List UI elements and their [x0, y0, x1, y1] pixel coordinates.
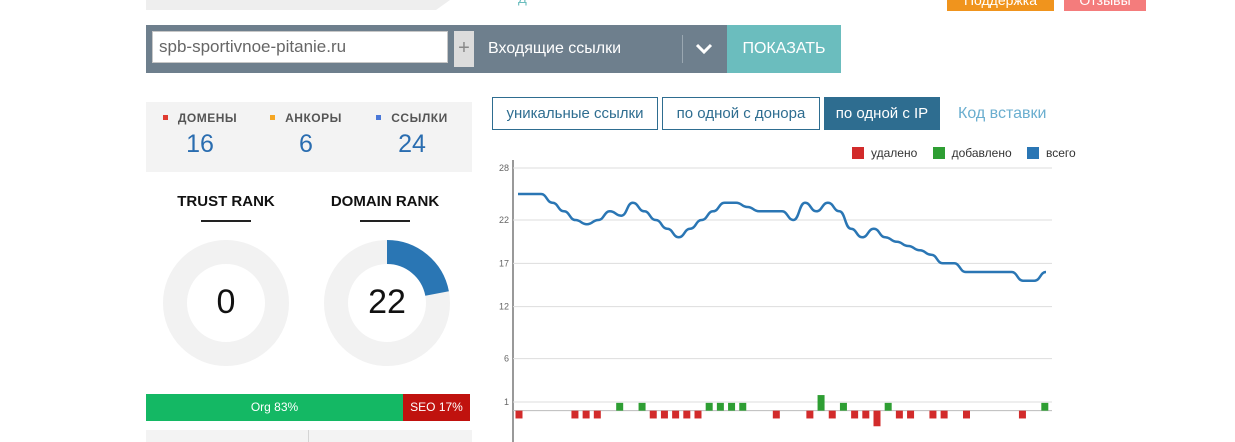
total-series-line	[518, 192, 1047, 282]
total-swatch-icon	[1026, 146, 1039, 159]
tab-one-per-ip[interactable]: по одной с IP	[824, 97, 940, 130]
domain-input[interactable]	[152, 31, 448, 63]
removed-bar	[940, 410, 948, 419]
links-chart: 28 22 17 12 6 1	[499, 160, 1052, 442]
feedback-button-label: Отзывы	[1079, 0, 1131, 8]
seo-share: SEO 17%	[403, 394, 470, 421]
chart-legend: удалено добавлено всего	[852, 146, 1088, 160]
removed-bar	[571, 410, 579, 419]
removed-bar	[929, 410, 937, 419]
removed-bar	[873, 410, 881, 427]
removed-bar	[649, 410, 657, 419]
top-nav-link[interactable]: Д	[518, 0, 527, 6]
removed-bar	[963, 410, 970, 419]
y-tick-label: 28	[499, 163, 509, 173]
added-bar	[817, 395, 825, 411]
added-bar	[716, 402, 724, 411]
removed-bar	[660, 410, 668, 419]
feedback-button[interactable]: Отзывы	[1064, 0, 1146, 11]
removed-bar	[593, 410, 601, 419]
legend-added: добавлено	[932, 146, 1012, 160]
anchors-marker-icon	[270, 115, 276, 121]
removed-bar	[851, 410, 859, 419]
removed-bar	[694, 410, 702, 419]
y-tick-label: 12	[499, 302, 509, 312]
stat-value: 6	[299, 130, 313, 158]
stat-value: 24	[398, 130, 426, 158]
tab-one-per-donor[interactable]: по одной с донора	[662, 97, 820, 130]
bottom-tabs-divider	[308, 430, 309, 442]
added-swatch-icon	[932, 146, 945, 159]
removed-bar	[1018, 410, 1026, 419]
removed-bar	[582, 410, 590, 419]
y-tick-label: 17	[499, 258, 509, 268]
added-bar	[884, 402, 892, 411]
top-tab-corner	[436, 0, 450, 10]
stat-anchors[interactable]: АНКОРЫ 6	[252, 102, 360, 159]
show-button[interactable]: ПОКАЗАТЬ	[727, 25, 841, 73]
search-bar: + Входящие ссылки ПОКАЗАТЬ	[146, 25, 841, 73]
legend-removed-label: удалено	[871, 146, 918, 160]
added-bar	[616, 402, 624, 411]
removed-bar	[683, 410, 691, 419]
bottom-tabs[interactable]	[146, 430, 472, 442]
stat-label: ССЫЛКИ	[391, 111, 448, 125]
links-marker-icon	[376, 115, 382, 121]
legend-added-label: добавлено	[951, 146, 1012, 160]
tab-unique-links[interactable]: уникальные ссылки	[492, 97, 658, 130]
removed-bar	[672, 410, 680, 419]
link-type-select[interactable]: Входящие ссылки	[488, 25, 621, 73]
y-tick-label: 6	[504, 354, 509, 364]
trust-rank-title: TRUST RANK	[177, 193, 275, 210]
added-bar	[728, 402, 736, 411]
stat-value: 16	[186, 130, 214, 158]
removed-bar	[806, 410, 814, 419]
added-bar	[638, 402, 646, 411]
y-tick-label: 22	[499, 215, 509, 225]
trust-rank-underline	[201, 220, 251, 222]
stat-domains[interactable]: ДОМЕНЫ 16	[146, 102, 254, 159]
stats-panel: ДОМЕНЫ 16 АНКОРЫ 6 ССЫЛКИ 24	[146, 102, 472, 172]
trust-rank-value: 0	[216, 283, 236, 321]
traffic-split-bar: Org 83% SEO 17%	[146, 394, 470, 421]
chevron-down-icon[interactable]	[694, 41, 714, 57]
legend-removed: удалено	[852, 146, 917, 160]
stat-label: ДОМЕНЫ	[177, 111, 238, 125]
removed-bar	[862, 410, 870, 419]
removed-bar	[515, 410, 523, 419]
legend-total: всего	[1026, 146, 1076, 160]
stat-label: АНКОРЫ	[285, 111, 342, 125]
legend-total-label: всего	[1045, 146, 1076, 160]
removed-bar	[772, 410, 780, 419]
top-tab[interactable]	[146, 0, 436, 10]
removed-bar	[828, 410, 836, 419]
added-bar	[1041, 402, 1049, 411]
embed-code-link[interactable]: Код вставки	[958, 97, 1046, 130]
select-divider	[682, 35, 683, 63]
added-bar	[739, 402, 747, 411]
domain-rank-underline	[360, 220, 410, 222]
domain-rank-value: 22	[368, 283, 406, 321]
stat-links[interactable]: ССЫЛКИ 24	[358, 102, 466, 159]
added-bar	[839, 402, 847, 411]
add-domain-button[interactable]: +	[454, 31, 474, 67]
support-button[interactable]: Поддержка	[947, 0, 1054, 11]
org-share: Org 83%	[146, 394, 403, 421]
removed-bar	[895, 410, 903, 419]
removed-bar	[907, 410, 915, 419]
domains-marker-icon	[162, 115, 168, 121]
removed-swatch-icon	[852, 146, 864, 159]
added-bar	[705, 402, 713, 411]
domain-rank-title: DOMAIN RANK	[330, 193, 440, 210]
support-button-label: Поддержка	[963, 0, 1038, 8]
y-tick-label: 1	[504, 397, 509, 407]
